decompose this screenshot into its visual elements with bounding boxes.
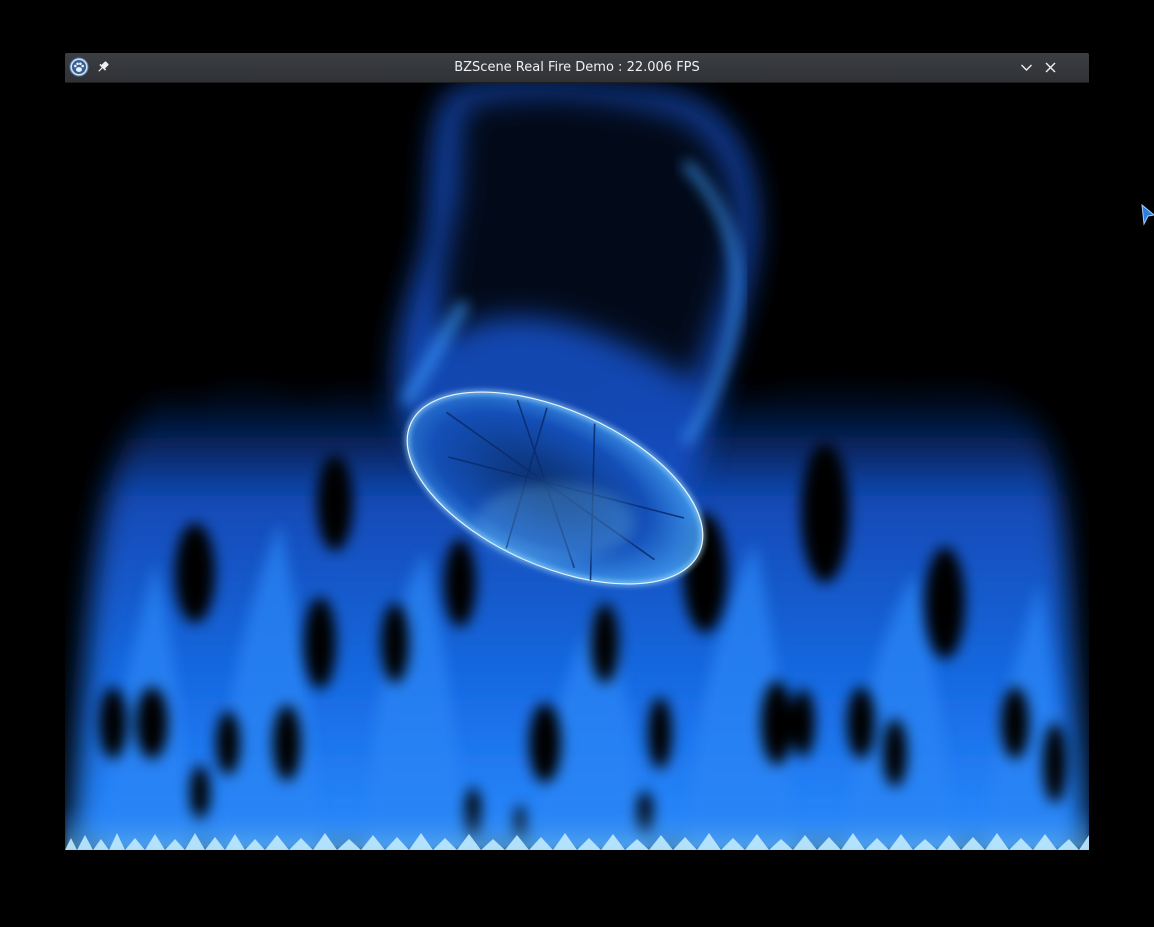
render-viewport[interactable] xyxy=(65,83,1089,850)
fire-canvas xyxy=(65,83,1089,850)
chevron-down-icon[interactable] xyxy=(1018,59,1035,76)
app-window: BZScene Real Fire Demo : 22.006 FPS xyxy=(65,53,1089,850)
window-titlebar[interactable]: BZScene Real Fire Demo : 22.006 FPS xyxy=(65,53,1089,83)
window-title: BZScene Real Fire Demo : 22.006 FPS xyxy=(454,60,700,75)
desktop: BZScene Real Fire Demo : 22.006 FPS xyxy=(0,0,1154,927)
close-icon[interactable] xyxy=(1042,59,1059,76)
mouse-pointer-icon xyxy=(1141,204,1154,226)
